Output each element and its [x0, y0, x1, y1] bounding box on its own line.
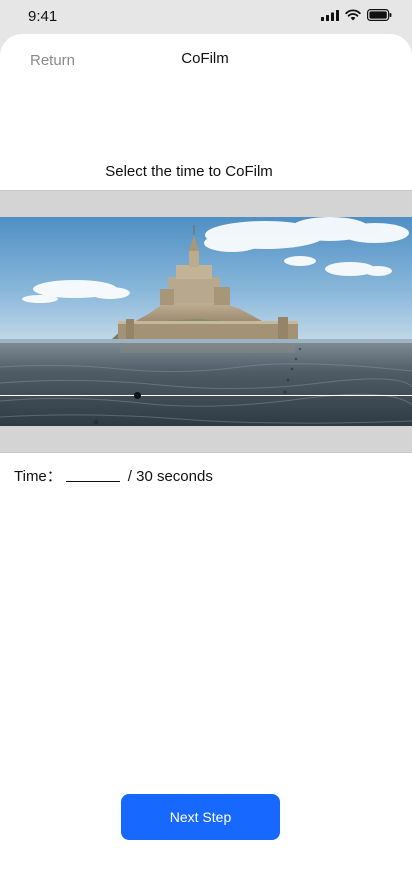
video-preview-frame [0, 190, 412, 453]
time-label: Time： [14, 468, 62, 485]
wifi-icon [345, 9, 361, 21]
time-row: Time： / 30 seconds [14, 465, 213, 486]
timeline-handle[interactable] [134, 392, 141, 399]
time-input[interactable] [65, 468, 120, 485]
status-bar: 9:41 [0, 0, 412, 34]
time-blank [65, 468, 120, 485]
instruction-text: Select the time to CoFilm [105, 163, 273, 180]
status-time: 9:41 [28, 8, 58, 25]
page-title-text: CoFilm [181, 50, 229, 67]
time-suffix: / 30 seconds [127, 468, 213, 485]
signal-icon [321, 9, 339, 21]
next-step-button[interactable]: Next Step [121, 794, 280, 840]
main-sheet: Return CoFilm Select the time to CoFilm [0, 34, 412, 870]
battery-icon [367, 9, 392, 21]
status-icons [321, 9, 392, 21]
timeline-track[interactable] [0, 395, 412, 396]
page-title: CoFilm [0, 50, 412, 67]
